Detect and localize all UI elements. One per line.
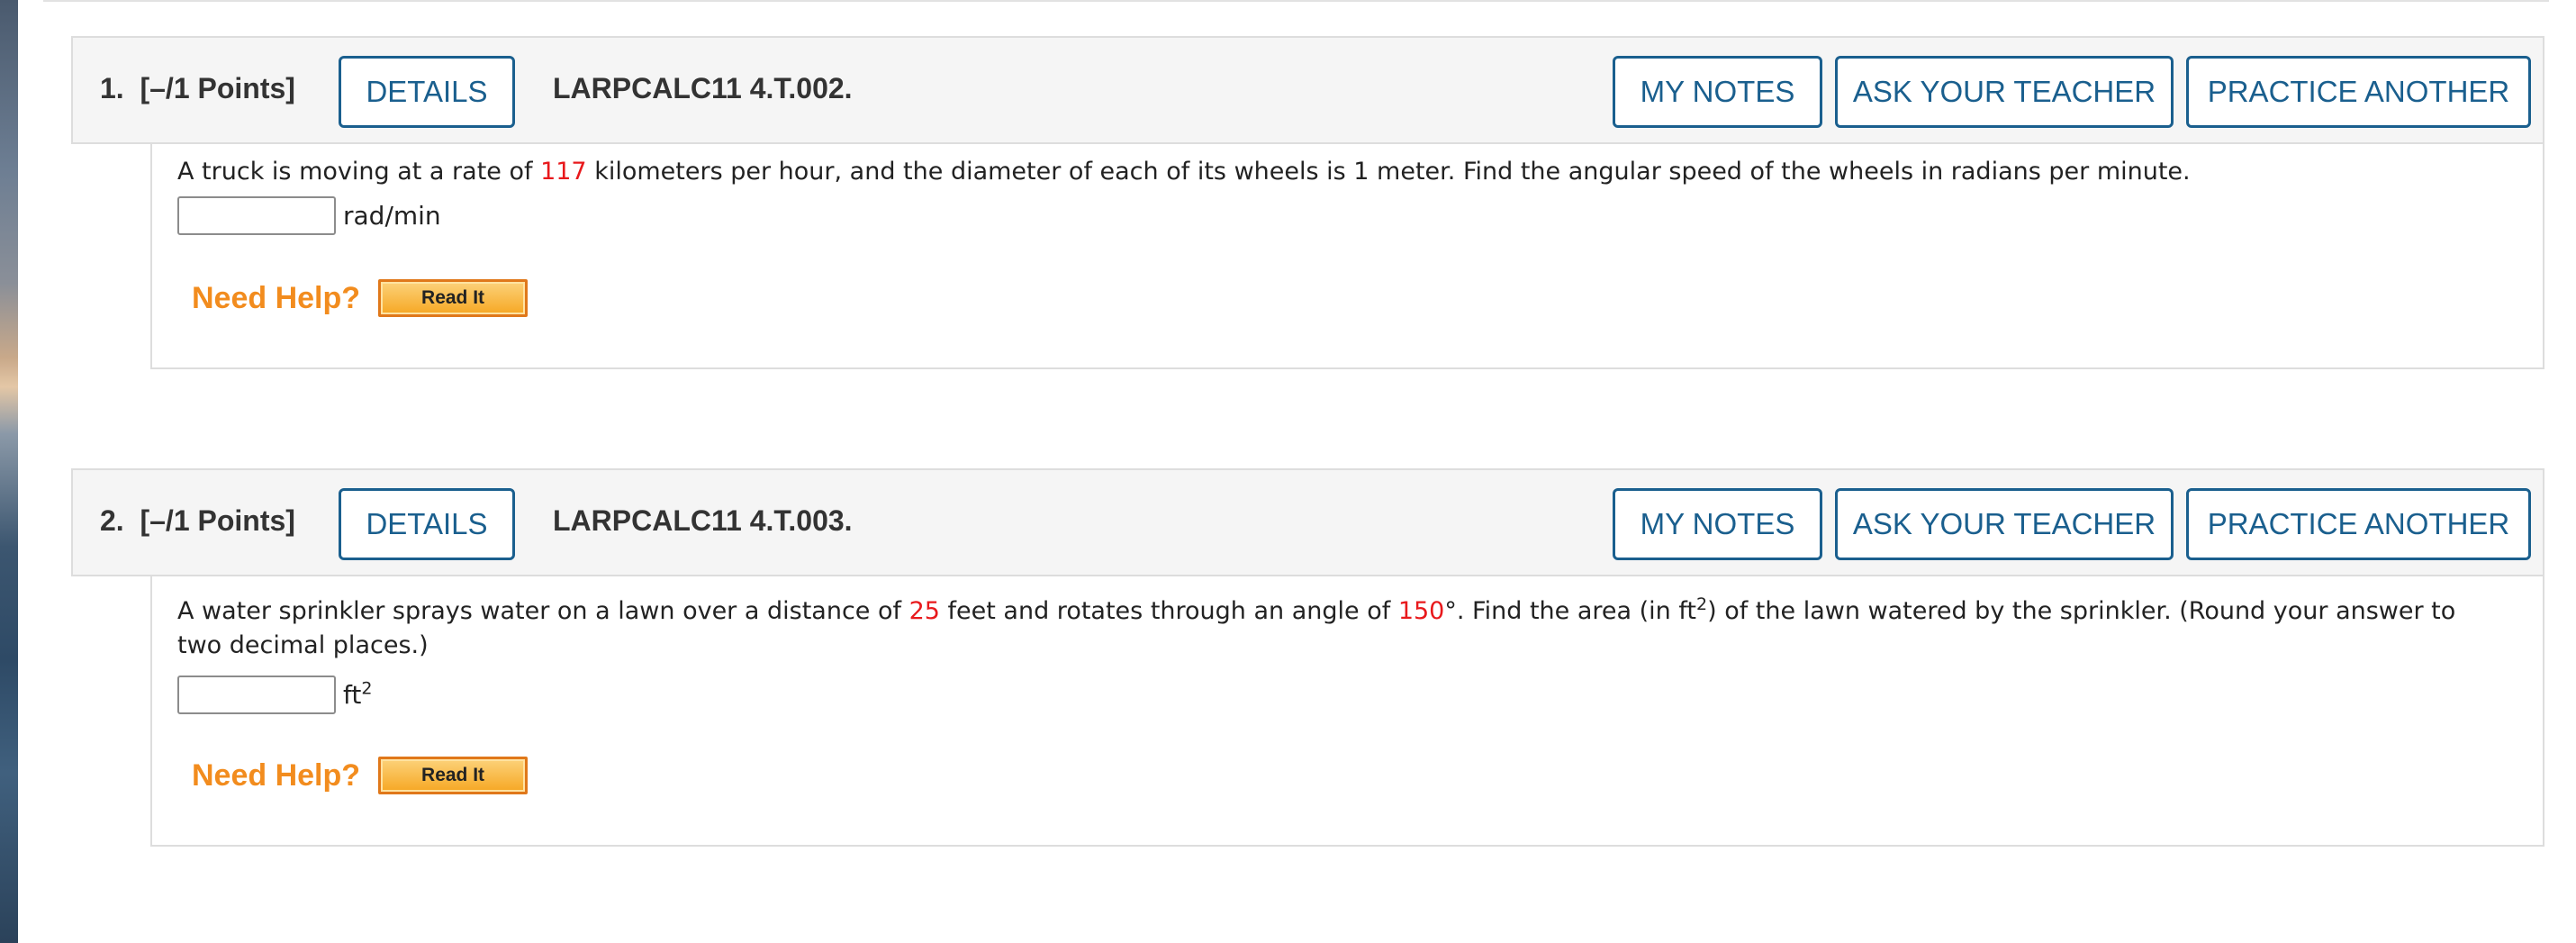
question-body: A truck is moving at a rate of 117 kilom… — [150, 144, 2544, 369]
given-value: 117 — [540, 158, 587, 186]
need-help-label: Need Help? — [192, 280, 361, 315]
question-number-points: 1. [–/1 Points] — [100, 72, 295, 104]
question-header: 1. [–/1 Points] DETAILS LARPCALC11 4.T.0… — [71, 36, 2544, 144]
need-help-label: Need Help? — [192, 757, 361, 793]
ask-your-teacher-button[interactable]: ASK YOUR TEACHER — [1835, 56, 2174, 128]
question-number-points: 2. [–/1 Points] — [100, 504, 295, 537]
question-text: A water sprinkler sprays water on a lawn… — [177, 594, 2456, 660]
answer-input[interactable] — [177, 196, 336, 235]
details-button[interactable]: DETAILS — [339, 488, 515, 560]
answer-unit: ft2 — [343, 678, 373, 710]
help-row: Need Help? Read It — [192, 757, 529, 794]
given-value: 150 — [1397, 597, 1445, 625]
background-photo-strip — [0, 0, 18, 943]
details-button[interactable]: DETAILS — [339, 56, 515, 128]
ask-your-teacher-button[interactable]: ASK YOUR TEACHER — [1835, 488, 2174, 560]
question-body: A water sprinkler sprays water on a lawn… — [150, 576, 2544, 847]
read-it-button[interactable]: Read It — [378, 757, 529, 794]
given-value: 25 — [908, 597, 940, 625]
answer-unit: rad/min — [343, 201, 441, 231]
top-divider — [43, 0, 2549, 2]
practice-another-button[interactable]: PRACTICE ANOTHER — [2186, 488, 2531, 560]
my-notes-button[interactable]: MY NOTES — [1613, 488, 1822, 560]
help-row: Need Help? Read It — [192, 279, 529, 317]
question-code: LARPCALC11 4.T.002. — [553, 72, 853, 104]
read-it-button[interactable]: Read It — [378, 279, 529, 317]
question-text: A truck is moving at a rate of 117 kilom… — [177, 158, 2191, 186]
answer-input[interactable] — [177, 676, 336, 714]
answer-row: ft2 — [177, 676, 372, 714]
answer-row: rad/min — [177, 196, 441, 235]
question-code: LARPCALC11 4.T.003. — [553, 504, 853, 537]
my-notes-button[interactable]: MY NOTES — [1613, 56, 1822, 128]
question-header: 2. [–/1 Points] DETAILS LARPCALC11 4.T.0… — [71, 468, 2544, 576]
practice-another-button[interactable]: PRACTICE ANOTHER — [2186, 56, 2531, 128]
